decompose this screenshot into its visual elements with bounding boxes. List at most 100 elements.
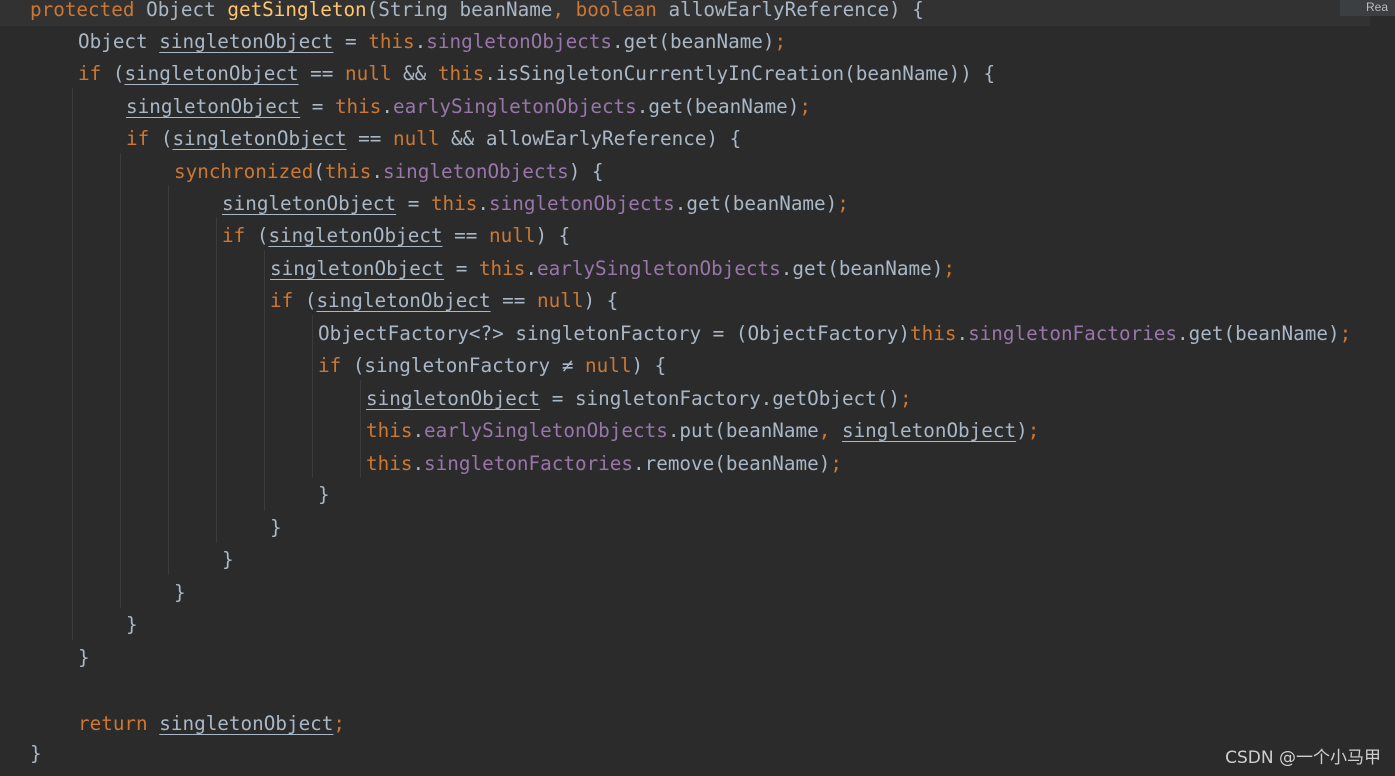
- code-editor[interactable]: protected Object getSingleton(String bea…: [0, 0, 1395, 776]
- code-token: singletonObject: [841, 419, 1017, 442]
- indent-guide: [264, 250, 265, 511]
- code-token: if: [318, 354, 353, 377]
- code-line[interactable]: }: [270, 512, 282, 544]
- code-token: earlySingletonObjects: [424, 419, 668, 442]
- code-line[interactable]: ObjectFactory<?> singletonFactory = (Obj…: [318, 318, 1351, 350]
- code-token: .: [381, 95, 393, 118]
- code-token: this: [368, 30, 415, 53]
- code-line[interactable]: if (singletonObject == null) {: [270, 285, 618, 317]
- code-line[interactable]: if (singletonFactory ≠ null) {: [318, 350, 666, 382]
- code-line[interactable]: if (singletonObject == null) {: [222, 220, 570, 252]
- code-token: .get(beanName): [612, 30, 775, 53]
- code-token: }: [78, 646, 90, 669]
- indent-guide: [216, 217, 217, 543]
- watermark: CSDN @一个小马甲: [1225, 748, 1381, 768]
- code-line[interactable]: Object singletonObject = this.singletonO…: [78, 26, 786, 58]
- code-token: .: [371, 160, 383, 183]
- code-token: if: [126, 127, 161, 150]
- code-token: ;: [899, 387, 912, 410]
- code-token: .: [412, 452, 425, 475]
- code-token: .get(beanName): [1177, 322, 1340, 345]
- code-token: earlySingletonObjects: [393, 95, 637, 118]
- code-token: ,: [552, 0, 576, 21]
- code-token: ,: [818, 419, 842, 442]
- code-token: (: [256, 224, 269, 247]
- code-token: &&: [403, 62, 438, 85]
- code-token: .: [412, 419, 425, 442]
- code-token: =: [300, 95, 335, 118]
- code-token: = singletonFactory.getObject(): [540, 387, 900, 410]
- code-token: return: [78, 712, 160, 735]
- code-line[interactable]: protected Object getSingleton(String bea…: [0, 0, 1370, 26]
- code-token: =: [333, 30, 369, 53]
- code-token: .: [477, 192, 489, 215]
- code-line[interactable]: return singletonObject;: [78, 708, 345, 740]
- code-line[interactable]: singletonObject = this.earlySingletonObj…: [126, 91, 811, 123]
- code-line[interactable]: singletonObject = this.singletonObjects.…: [222, 188, 849, 220]
- code-token: ) {: [583, 289, 619, 312]
- code-token: ) {: [535, 224, 571, 247]
- code-token: ==: [298, 62, 345, 85]
- code-token: (: [313, 160, 325, 183]
- code-token: }: [174, 581, 186, 604]
- code-line[interactable]: this.earlySingletonObjects.put(beanName,…: [366, 415, 1039, 447]
- code-token: ;: [333, 712, 345, 735]
- code-token: protected: [30, 0, 147, 21]
- code-token: if: [222, 224, 257, 247]
- code-line[interactable]: }: [318, 479, 330, 511]
- code-line[interactable]: }: [30, 738, 42, 770]
- code-token: ;: [1027, 419, 1040, 442]
- code-line[interactable]: }: [222, 544, 234, 576]
- code-token: getSingleton: [227, 0, 367, 21]
- code-token: singletonObject: [366, 387, 541, 410]
- code-token: .get(beanName): [674, 192, 838, 215]
- code-token: null: [345, 62, 404, 85]
- indent-guide: [72, 88, 73, 640]
- code-token: singletonObject: [270, 257, 445, 280]
- code-token: .isSingletonCurrentlyInCreation(beanName…: [484, 62, 996, 85]
- code-token: ) {: [631, 354, 667, 377]
- code-token: null: [489, 224, 536, 247]
- reader-mode-toggle[interactable]: Rea: [1340, 0, 1395, 16]
- code-line[interactable]: singletonObject = singletonFactory.getOb…: [366, 383, 912, 415]
- indent-guide: [120, 153, 121, 608]
- code-token: ObjectFactory<?> singletonFactory = (Obj…: [318, 322, 911, 345]
- code-line[interactable]: if (singletonObject == null && allowEarl…: [126, 123, 741, 155]
- code-token: allowEarlyReference) {: [668, 0, 924, 21]
- code-token: ;: [943, 257, 955, 280]
- code-token: singletonFactories: [968, 322, 1178, 345]
- code-token: this: [366, 419, 413, 442]
- code-token: Object: [146, 0, 228, 21]
- code-token: ;: [837, 192, 849, 215]
- code-token: Object: [78, 30, 160, 53]
- code-token: singletonFactories: [424, 452, 633, 475]
- code-line[interactable]: synchronized(this.singletonObjects) {: [174, 156, 604, 188]
- code-token: singletonObjects: [426, 30, 612, 53]
- code-token: if: [270, 289, 305, 312]
- code-line[interactable]: }: [78, 642, 90, 674]
- code-token: null: [537, 289, 584, 312]
- code-token: ;: [1339, 322, 1352, 345]
- code-token: (: [112, 62, 125, 85]
- code-token: singletonObjects: [382, 160, 569, 183]
- code-line[interactable]: this.singletonFactories.remove(beanName)…: [366, 448, 842, 480]
- indent-guide: [360, 380, 361, 478]
- code-token: }: [30, 742, 42, 765]
- code-token: }: [270, 516, 282, 539]
- code-token: if: [78, 62, 113, 85]
- code-line[interactable]: }: [126, 609, 138, 641]
- code-token: (: [160, 127, 173, 150]
- code-token: =: [444, 257, 479, 280]
- code-line[interactable]: }: [174, 577, 186, 609]
- code-token: ) {: [568, 160, 604, 183]
- code-line[interactable]: singletonObject = this.earlySingletonObj…: [270, 253, 955, 285]
- code-token: singletonObject: [222, 192, 397, 215]
- code-token: .get(beanName): [636, 95, 800, 118]
- code-token: this: [366, 452, 413, 475]
- code-token: null: [393, 127, 452, 150]
- code-token: null: [585, 354, 632, 377]
- code-token: this: [334, 95, 382, 118]
- code-token: synchronized: [174, 160, 314, 183]
- code-token: .: [956, 322, 969, 345]
- code-line[interactable]: if (singletonObject == null && this.isSi…: [78, 58, 995, 90]
